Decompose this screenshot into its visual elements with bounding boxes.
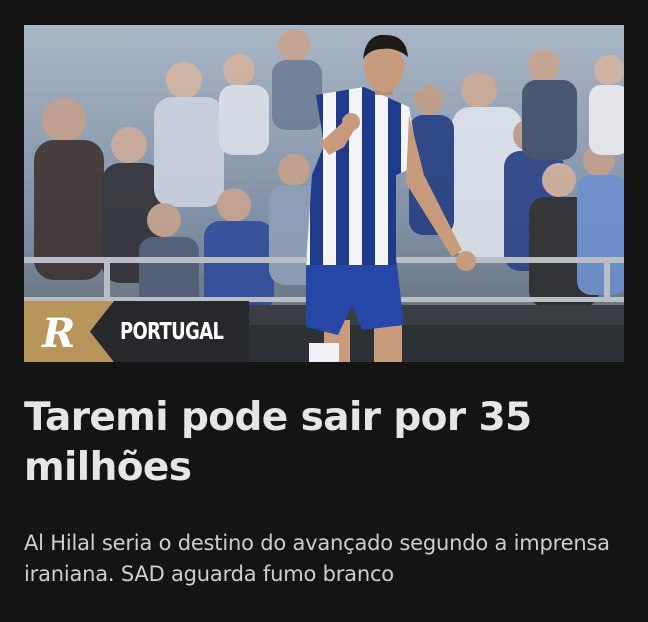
article-image[interactable]: R PORTUGAL (24, 25, 624, 362)
category-tag[interactable]: R PORTUGAL (24, 301, 250, 362)
logo-letter: R (41, 310, 75, 357)
category-label-box[interactable]: PORTUGAL (114, 301, 250, 362)
category-label: PORTUGAL (120, 318, 224, 345)
news-card[interactable]: R PORTUGAL Taremi pode sair por 35 milhõ… (0, 0, 648, 622)
record-logo-icon: R (24, 301, 114, 362)
article-summary: Al Hilal seria o destino do avançado seg… (24, 531, 610, 586)
brand-logo: R (24, 301, 114, 362)
article-headline[interactable]: Taremi pode sair por 35 milhões (24, 393, 624, 493)
